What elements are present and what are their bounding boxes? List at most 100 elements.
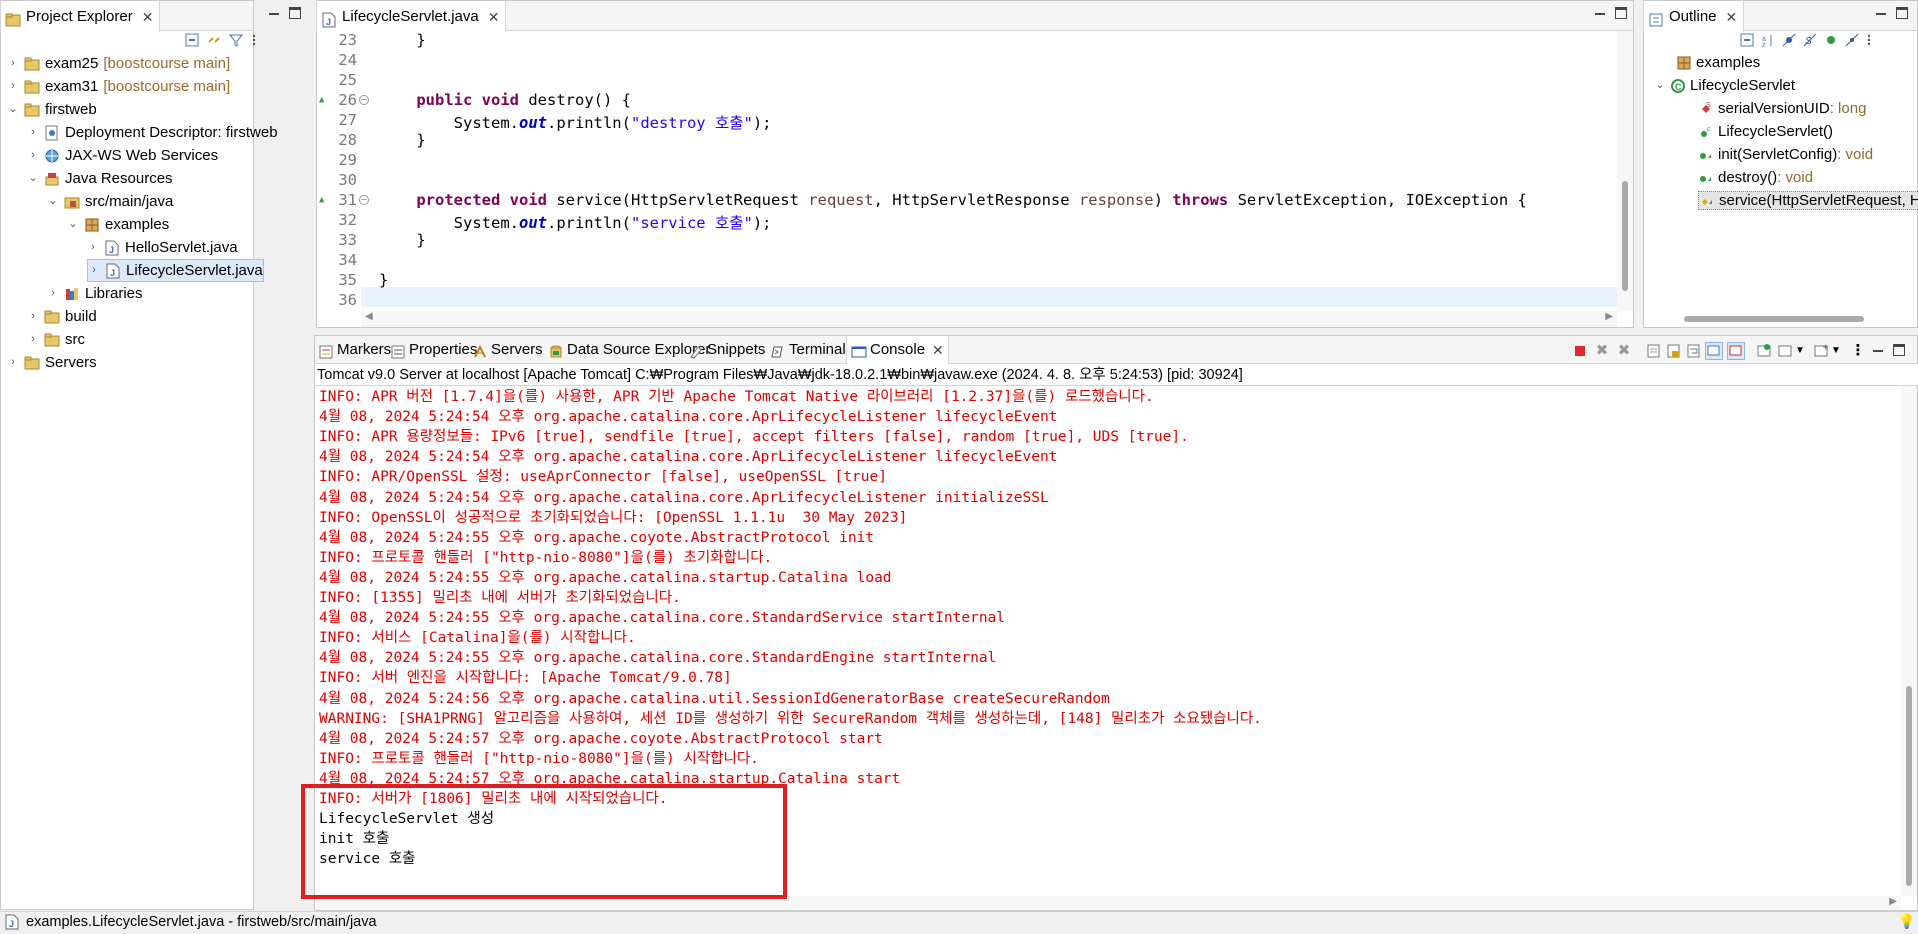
scrollbar-thumb[interactable]	[1906, 686, 1912, 886]
tree-item[interactable]: › JAX-WS Web Services	[27, 144, 218, 167]
scroll-right-icon[interactable]: ▶	[1889, 896, 1897, 907]
pin-console-icon[interactable]	[1755, 342, 1773, 360]
outline-item[interactable]: init(ServletConfig) : void	[1698, 145, 1873, 164]
scrollbar-thumb[interactable]	[1622, 181, 1628, 291]
tree-item[interactable]: › J LifecycleServlet.java	[87, 259, 264, 282]
open-console-icon[interactable]: +	[1813, 342, 1831, 360]
close-icon[interactable]: ✕	[142, 2, 154, 32]
hide-nonpublic-icon[interactable]	[1824, 33, 1840, 49]
view-menu-icon[interactable]	[251, 33, 257, 49]
tree-item[interactable]: ⌄ Java Resources	[27, 167, 173, 190]
terminate-icon[interactable]	[1571, 342, 1589, 360]
twisty-icon[interactable]: ⌄	[67, 213, 79, 236]
filter-icon[interactable]	[228, 33, 245, 49]
outline-item[interactable]: destroy() : void	[1698, 168, 1813, 187]
remove-launch-icon[interactable]: ✖	[1593, 342, 1611, 360]
outline-horizontal-scrollbar[interactable]	[1684, 313, 1918, 325]
tree-item[interactable]: › build	[27, 305, 97, 328]
remove-all-icon[interactable]: ✖	[1615, 342, 1633, 360]
tab-servers[interactable]: Servers	[468, 336, 547, 364]
close-icon[interactable]: ✕	[1726, 2, 1738, 32]
sort-icon[interactable]: az	[1761, 33, 1777, 49]
lightbulb-icon[interactable]: 💡	[1898, 913, 1915, 930]
twisty-icon[interactable]: ›	[47, 282, 59, 305]
twisty-icon[interactable]: ›	[27, 305, 39, 328]
tree-item[interactable]: › exam25 [boostcourse main]	[7, 52, 230, 75]
tree-item[interactable]: ⌄ examples	[67, 213, 169, 236]
twisty-icon[interactable]: ›	[87, 236, 99, 259]
outline-item[interactable]: ⌄ C LifecycleServlet	[1654, 76, 1795, 95]
twisty-icon[interactable]: ⌄	[27, 167, 39, 190]
code-area[interactable]: 23 } 24 25 26 ▲ – public void destroy() {27 S…	[317, 31, 1617, 311]
tree-item[interactable]: › Deployment Descriptor: firstweb	[27, 121, 277, 144]
dropdown-icon[interactable]: ▼	[1831, 342, 1849, 360]
view-menu-icon[interactable]	[1866, 33, 1872, 49]
outline-item[interactable]: service(HttpServletRequest, Ht	[1698, 191, 1918, 210]
tree-item[interactable]: › src	[27, 328, 85, 351]
close-icon[interactable]: ✕	[488, 2, 500, 32]
tree-item[interactable]: › Libraries	[47, 282, 142, 305]
twisty-icon[interactable]: ›	[7, 52, 19, 75]
twisty-icon[interactable]: ›	[7, 75, 19, 98]
view-menu-icon[interactable]: ⋮	[1849, 342, 1867, 360]
twisty-icon[interactable]: ⌄	[7, 98, 19, 121]
tab-outline[interactable]: Outline ✕	[1643, 1, 1745, 32]
fold-icon[interactable]: –	[359, 95, 369, 105]
svg-text:c: c	[1707, 126, 1711, 133]
maximize-button[interactable]	[1893, 344, 1905, 356]
outline-item[interactable]: examples	[1676, 53, 1760, 72]
link-editor-icon[interactable]	[207, 33, 223, 49]
twisty-icon[interactable]: ›	[88, 259, 100, 282]
collapse-all-icon[interactable]	[1740, 33, 1756, 49]
implements-marker-icon[interactable]: ▲	[319, 195, 329, 205]
twisty-icon[interactable]: ›	[27, 328, 39, 351]
show-stdout-icon[interactable]	[1705, 342, 1723, 360]
scrollbar-thumb[interactable]	[1684, 316, 1864, 322]
tree-item[interactable]: › exam31 [boostcourse main]	[7, 75, 230, 98]
close-icon[interactable]: ✕	[932, 336, 944, 364]
tree-item-label: Java Resources	[65, 170, 173, 187]
override-marker-icon[interactable]: ▲	[319, 95, 329, 105]
tab-console[interactable]: Console ✕	[846, 336, 949, 364]
minimize-button[interactable]	[269, 7, 281, 19]
editor-horizontal-scrollbar[interactable]: ◀ ▶	[361, 311, 1617, 327]
scroll-left-icon[interactable]: ◀	[365, 311, 373, 322]
hide-static-icon[interactable]: S	[1803, 33, 1819, 49]
tab-lifecycleservlet-java[interactable]: J LifecycleServlet.java ✕	[316, 1, 507, 32]
tab-snippets[interactable]: Snippets	[684, 336, 769, 364]
twisty-icon[interactable]: ›	[27, 121, 39, 144]
clear-console-icon[interactable]	[1645, 342, 1663, 360]
maximize-button[interactable]	[1615, 7, 1627, 19]
scroll-lock-icon[interactable]	[1665, 342, 1683, 360]
twisty-icon[interactable]: ⌄	[47, 190, 59, 213]
tree-item[interactable]: ⌄ src/main/java	[47, 190, 173, 213]
tab-project-explorer[interactable]: Project Explorer ✕	[0, 1, 161, 32]
collapse-all-icon[interactable]	[185, 33, 201, 49]
twisty-icon[interactable]: ›	[7, 351, 19, 374]
tab-terminal[interactable]: Terminal	[766, 336, 850, 364]
maximize-button[interactable]	[289, 7, 301, 19]
minimize-button[interactable]	[1873, 344, 1885, 356]
hide-local-types-icon[interactable]	[1845, 33, 1861, 49]
scroll-right-icon[interactable]: ▶	[1605, 311, 1613, 322]
maximize-button[interactable]	[1896, 7, 1908, 19]
console-vertical-scrollbar[interactable]	[1901, 386, 1917, 896]
hide-fields-icon[interactable]	[1782, 33, 1798, 49]
outline-item[interactable]: c LifecycleServlet()	[1698, 122, 1833, 141]
minimize-button[interactable]	[1595, 7, 1607, 19]
tree-item[interactable]: › J HelloServlet.java	[87, 236, 237, 259]
display-console-icon[interactable]	[1777, 342, 1795, 360]
tree-item[interactable]: ⌄ firstweb	[7, 98, 96, 121]
tab-markers[interactable]: Markers	[314, 336, 395, 364]
git-branch-decoration: [boostcourse main]	[103, 78, 231, 95]
editor-vertical-scrollbar[interactable]	[1617, 31, 1633, 311]
twisty-icon[interactable]: ›	[27, 144, 39, 167]
tree-item[interactable]: › Servers	[7, 351, 97, 374]
show-stderr-icon[interactable]	[1727, 342, 1745, 360]
minimize-button[interactable]	[1876, 7, 1888, 19]
fold-icon[interactable]: –	[359, 195, 369, 205]
dropdown-icon[interactable]: ▼	[1795, 342, 1813, 360]
word-wrap-icon[interactable]	[1685, 342, 1703, 360]
chevron-down-icon[interactable]: ⌄	[1654, 76, 1666, 95]
outline-item[interactable]: SserialVersionUID : long	[1698, 99, 1866, 118]
